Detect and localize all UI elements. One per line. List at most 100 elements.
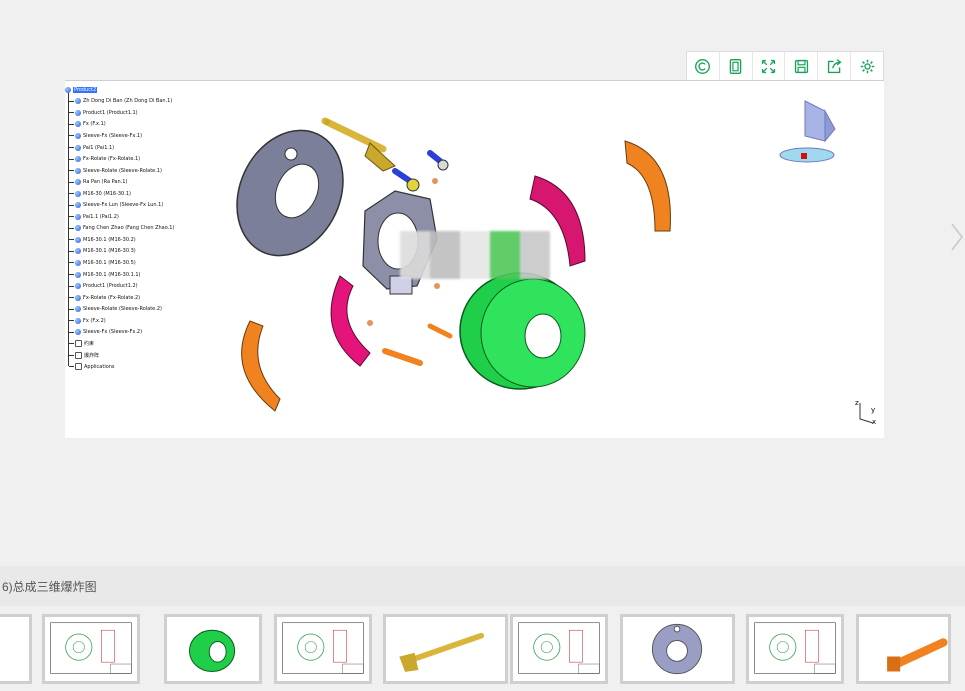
tree-node-label: 约束 xyxy=(84,341,95,348)
tree-node[interactable]: M16-30.1 (M16-30.5) xyxy=(65,257,245,269)
tree-node[interactable]: Sleeve-Fx Lun (Sleeve-Fx Lun.1) xyxy=(65,199,245,211)
tree-node[interactable]: Sleeve-Rolate (Sleeve-Rolate.2) xyxy=(65,303,245,315)
tree-node[interactable]: Pai1.1 (Pai1.2) xyxy=(65,211,245,223)
viewer-toolbar xyxy=(686,51,884,80)
part-node-icon xyxy=(75,329,81,336)
green-brake-drum xyxy=(459,272,586,390)
tree-node[interactable]: Applications xyxy=(65,361,245,373)
thumbnail-green-drum[interactable] xyxy=(164,614,262,684)
settings-icon xyxy=(860,59,874,73)
fullscreen-button[interactable] xyxy=(753,52,786,80)
thumbnail-drawing[interactable] xyxy=(510,614,608,684)
page-icon xyxy=(729,58,742,74)
tree-node-label: M16-30.1 (M16-30.3) xyxy=(83,248,136,255)
part-node-icon xyxy=(75,121,81,128)
thumbnail-gold-shaft[interactable] xyxy=(383,614,508,684)
tree-node-label: Sleeve-Fx Lun (Sleeve-Fx Lun.1) xyxy=(83,202,164,209)
tree-node-label: Zh Dong Di Ban (Zh Dong Di Ban.1) xyxy=(83,98,173,105)
share-button[interactable] xyxy=(818,52,852,80)
part-node-icon xyxy=(75,363,82,371)
thumbnail-blank[interactable] xyxy=(0,614,32,684)
part-node-icon xyxy=(75,283,81,290)
save-button[interactable] xyxy=(785,52,819,80)
page-button[interactable] xyxy=(720,52,753,80)
copyright-button[interactable] xyxy=(687,52,720,80)
tree-node[interactable]: Product2 xyxy=(65,84,245,96)
part-node-icon xyxy=(75,202,81,209)
tree-node[interactable]: 爆炸阵 xyxy=(65,350,245,362)
tree-node-label: Pai1 (Pai1.1) xyxy=(83,144,115,151)
part-node-icon xyxy=(75,132,81,139)
fullscreen-icon xyxy=(761,59,776,73)
tree-node-label: Fx (F.x.1) xyxy=(83,121,106,128)
tree-node-label: Sleeve-Rolate (Sleeve-Rolate.1) xyxy=(83,167,162,174)
tree-node[interactable]: Product1 (Product1.2) xyxy=(65,280,245,292)
tree-node[interactable]: Fx-Rolate (Fx-Rolate.2) xyxy=(65,292,245,304)
thumbnail-drawing[interactable] xyxy=(42,614,140,684)
svg-text:z: z xyxy=(855,399,859,407)
tree-node-label: M16-30.1 (M16-30.5) xyxy=(83,259,136,266)
tree-node-label: Ra Pan (Ra Pan.1) xyxy=(83,179,128,186)
tree-node-label: M16-30 (M16-30.1) xyxy=(83,190,131,197)
image-caption: 6)总成三维爆炸图 xyxy=(0,566,965,606)
tree-node-label: 爆炸阵 xyxy=(84,352,100,359)
blue-pins xyxy=(392,150,449,192)
tree-node-label: Pai1.1 (Pai1.2) xyxy=(83,213,119,220)
part-node-icon xyxy=(75,213,81,220)
tree-node[interactable]: M16-30.1 (M16-30.1.1) xyxy=(65,269,245,281)
tree-node[interactable]: Fx (F.x.2) xyxy=(65,315,245,327)
tree-node[interactable]: Product1 (Product1.1) xyxy=(65,107,245,119)
part-node-icon xyxy=(75,248,81,255)
tree-node-label: Fx-Rolate (Fx-Rolate.1) xyxy=(83,156,141,163)
settings-button[interactable] xyxy=(851,52,883,80)
tree-node-label: Applications xyxy=(84,363,115,370)
tree-node-label: M16-30.1 (M16-30.2) xyxy=(83,236,136,243)
tree-node[interactable]: Ra Pan (Ra Pan.1) xyxy=(65,176,245,188)
model-viewer[interactable]: Product2 Zh Dong Di Ban (Zh Dong Di Ban.1… xyxy=(65,80,884,438)
thumbnail-gray-disc[interactable] xyxy=(620,614,735,684)
part-node-icon xyxy=(75,179,81,186)
tree-node[interactable]: 约束 xyxy=(65,338,245,350)
part-node-icon xyxy=(75,109,81,116)
part-node-icon xyxy=(75,225,81,232)
part-node-icon xyxy=(75,317,81,324)
tree-node[interactable]: Sleeve-Rolate (Sleeve-Rolate.1) xyxy=(65,165,245,177)
thumbnail-drawing[interactable] xyxy=(274,614,372,684)
svg-text:x: x xyxy=(872,418,876,425)
tree-node[interactable]: Zh Dong Di Ban (Zh Dong Di Ban.1) xyxy=(65,96,245,108)
tree-node[interactable]: Fx (F.x.1) xyxy=(65,119,245,131)
blurred-watermark xyxy=(400,231,550,279)
tree-node-label: Product1 (Product1.1) xyxy=(83,109,138,116)
orientation-widget xyxy=(779,100,836,163)
save-icon xyxy=(794,59,809,73)
thumbnail-drawing[interactable] xyxy=(746,614,844,684)
part-node-icon xyxy=(75,306,81,313)
thumbnail-orange-pin[interactable] xyxy=(856,614,951,684)
tree-node[interactable]: M16-30 (M16-30.1) xyxy=(65,188,245,200)
tree-node[interactable]: Sleeve-Fx (Sleeve-Fx.1) xyxy=(65,130,245,142)
part-node-icon xyxy=(75,236,81,243)
tree-node[interactable]: Fx-Rolate (Fx-Rolate.1) xyxy=(65,153,245,165)
tree-node[interactable]: Pai1 (Pai1.1) xyxy=(65,142,245,154)
part-node-icon xyxy=(75,351,82,359)
axis-triad: z y x xyxy=(855,399,876,425)
tree-node-label: Product1 (Product1.2) xyxy=(83,283,138,290)
tree-node-label: Product2 xyxy=(73,86,98,93)
part-node-icon xyxy=(75,271,81,278)
tree-node-label: Fang Chen Zhao (Fang Chen Zhao.1) xyxy=(83,225,175,232)
tree-node[interactable]: M16-30.1 (M16-30.2) xyxy=(65,234,245,246)
copyright-icon xyxy=(695,58,711,74)
share-icon xyxy=(827,58,842,73)
caption-text: 6)总成三维爆炸图 xyxy=(2,579,97,594)
tree-node-label: Fx (F.x.2) xyxy=(83,317,106,324)
next-arrow-icon[interactable] xyxy=(950,222,964,252)
part-node-icon xyxy=(75,98,81,105)
tree-node[interactable]: M16-30.1 (M16-30.3) xyxy=(65,246,245,258)
tree-node[interactable]: Sleeve-Fx (Sleeve-Fx.2) xyxy=(65,326,245,338)
part-node-icon xyxy=(75,259,81,266)
part-node-icon xyxy=(75,294,81,301)
part-node-icon xyxy=(75,340,82,348)
tree-node[interactable]: Fang Chen Zhao (Fang Chen Zhao.1) xyxy=(65,223,245,235)
svg-text:y: y xyxy=(871,406,875,414)
part-node-icon xyxy=(75,144,81,151)
